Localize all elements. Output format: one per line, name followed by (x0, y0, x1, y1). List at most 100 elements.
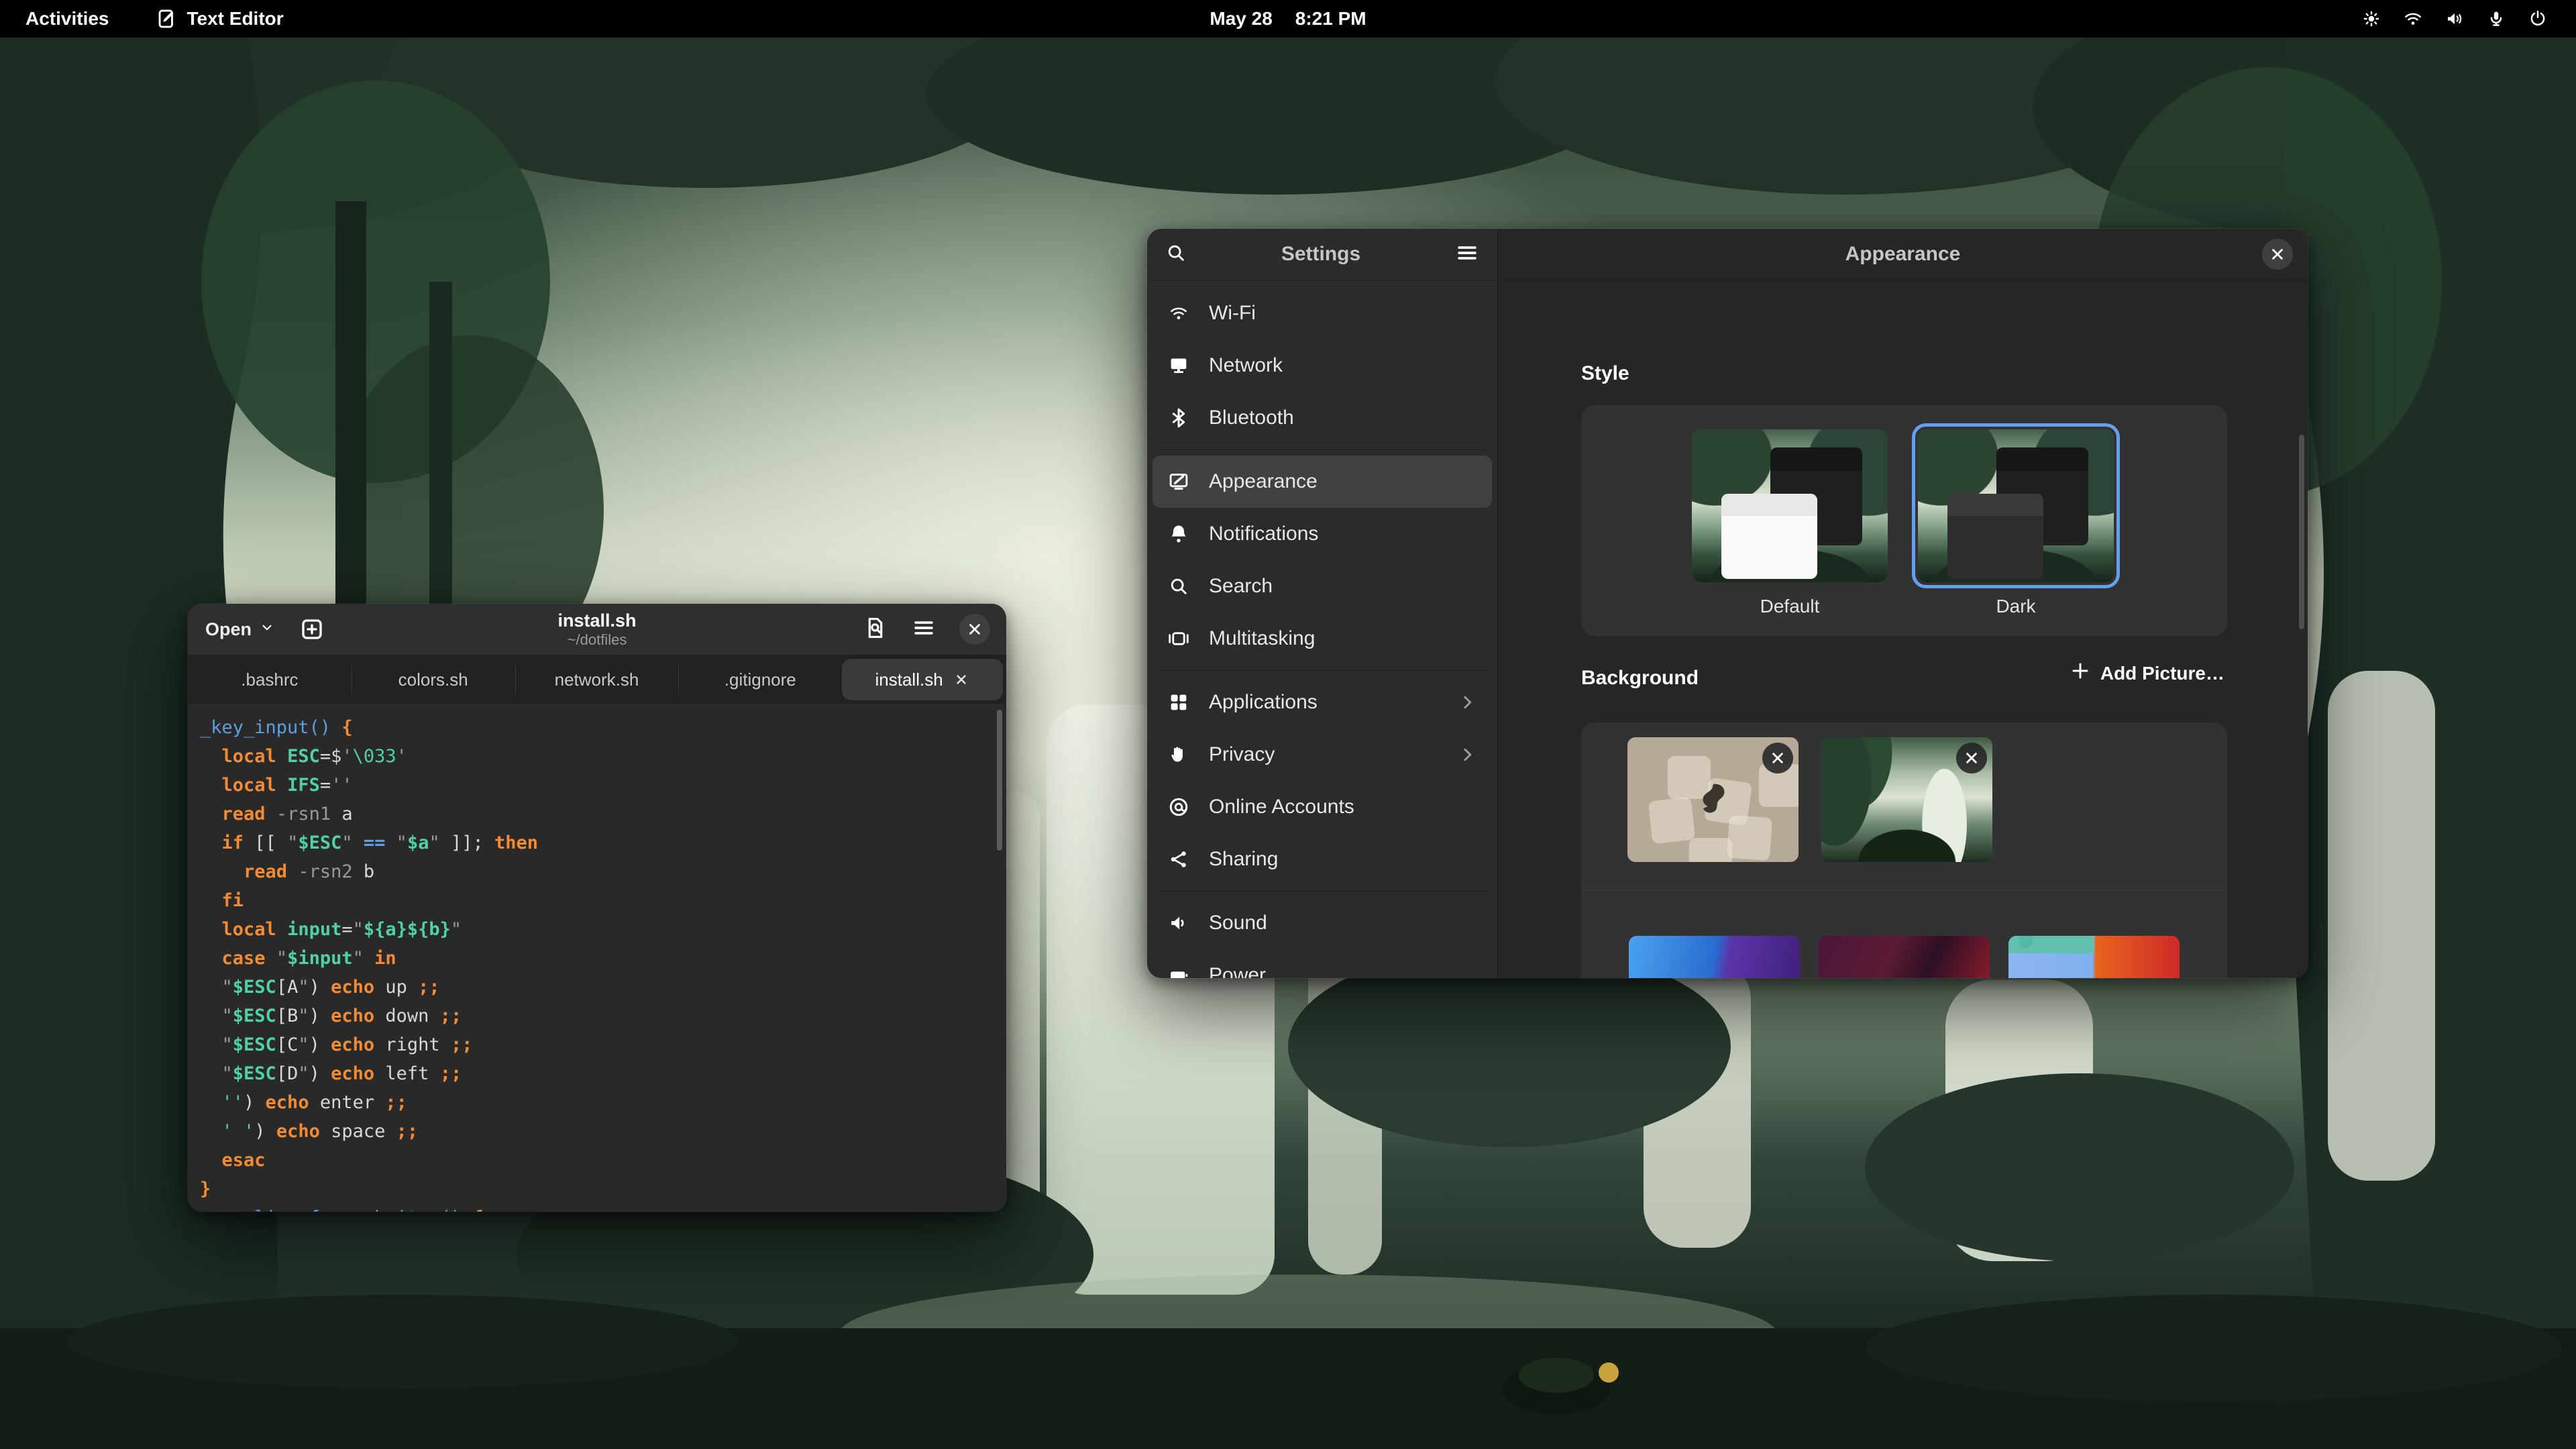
code-line: fi (200, 886, 1006, 915)
sidebar-item-label: Online Accounts (1209, 796, 1354, 818)
sidebar-item-label: Bluetooth (1209, 407, 1294, 429)
tab-colors.sh[interactable]: colors.sh (352, 655, 515, 704)
code-line: "$ESC[C") echo right ;; (200, 1030, 1006, 1059)
appearance-icon (1167, 470, 1190, 493)
hexagons-blue-purple-wallpaper[interactable] (1629, 936, 1800, 978)
bell-icon (1167, 523, 1190, 545)
sidebar-item-wi-fi[interactable]: Wi-Fi (1152, 287, 1492, 339)
window-close-button[interactable] (959, 614, 990, 645)
network-icon (1167, 354, 1190, 377)
sidebar-divider (1159, 670, 1485, 671)
tiles-wallpaper-thumbnail[interactable] (1627, 737, 1799, 862)
sidebar-item-label: Applications (1209, 691, 1318, 714)
sidebar-item-online-accounts[interactable]: Online Accounts (1152, 781, 1492, 833)
tab-label: install.sh (875, 669, 943, 690)
document-title: install.sh (557, 610, 636, 631)
panel-title: Appearance (1845, 243, 1961, 266)
remove-wallpaper-button[interactable] (1762, 743, 1793, 773)
window-close-button[interactable] (2262, 239, 2293, 270)
drips-blue-orange-wallpaper[interactable] (2008, 936, 2180, 978)
forest-wallpaper-thumbnail[interactable] (1821, 737, 1992, 862)
code-editor-area[interactable]: _key_input() { local ESC=$'\033' local I… (188, 704, 1006, 1212)
activities-button[interactable]: Activities (0, 0, 135, 38)
settings-sidebar: Settings Wi-Fi Network Bluetooth Appearance… (1147, 229, 1498, 978)
style-card: Default Dark (1581, 405, 2227, 636)
sidebar-item-appearance[interactable]: Appearance (1152, 455, 1492, 508)
clock-menu-button[interactable]: May 28 8:21 PM (1210, 8, 1366, 30)
sidebar-item-applications[interactable]: Applications (1152, 676, 1492, 729)
style-preview-dark (1918, 429, 2114, 582)
editor-scrollbar[interactable] (997, 710, 1002, 851)
style-heading: Style (1581, 362, 1629, 385)
tab-bar: .bashrc colors.sh network.sh.gitignore inst… (188, 655, 1006, 704)
search-icon (1167, 575, 1190, 598)
sidebar-item-label: Wi-Fi (1209, 302, 1256, 325)
sidebar-item-label: Sharing (1209, 848, 1278, 871)
style-option-label: Dark (1918, 596, 2114, 617)
style-option-label: Default (1692, 596, 1888, 617)
sidebar-item-bluetooth[interactable]: Bluetooth (1152, 392, 1492, 444)
applications-icon (1167, 691, 1190, 714)
code-line: "$ESC[D") echo left ;; (200, 1059, 1006, 1088)
tab-.gitignore[interactable]: .gitignore (678, 655, 842, 704)
tab-close-icon[interactable] (953, 671, 970, 688)
microphone-icon (2486, 9, 2506, 29)
multitasking-icon (1167, 627, 1190, 650)
time-label: 8:21 PM (1295, 8, 1366, 30)
style-option-default[interactable]: Default (1692, 429, 1888, 617)
code-line: read -rsn1 a (200, 800, 1006, 828)
sidebar-item-notifications[interactable]: Notifications (1152, 508, 1492, 560)
editor-headerbar[interactable]: Open install.sh ~/dotfiles (188, 604, 1006, 655)
open-document-button[interactable]: Open (205, 619, 276, 641)
text-editor-window: Open install.sh ~/dotfiles .bashrc colors… (188, 604, 1006, 1212)
background-heading: Background (1581, 667, 1699, 690)
main-menu-button[interactable] (911, 615, 936, 644)
sidebar-item-sharing[interactable]: Sharing (1152, 833, 1492, 885)
wifi-icon (2403, 9, 2423, 29)
tab-install.sh[interactable]: install.sh (842, 659, 1003, 700)
sidebar-item-label: Network (1209, 354, 1283, 377)
code-line: '') echo enter ;; (200, 1088, 1006, 1117)
open-button-label: Open (205, 619, 252, 640)
share-icon (1167, 848, 1190, 871)
code-line: case "$input" in (200, 944, 1006, 973)
plus-icon (2070, 660, 2091, 686)
preview-front-window (1947, 494, 2043, 580)
sidebar-item-sound[interactable]: Sound (1152, 897, 1492, 949)
sidebar-item-privacy[interactable]: Privacy (1152, 729, 1492, 781)
sidebar-item-network[interactable]: Network (1152, 339, 1492, 392)
new-tab-button[interactable] (299, 616, 325, 643)
sidebar-item-label: Notifications (1209, 523, 1318, 545)
brightness-icon (2361, 9, 2381, 29)
sidebar-divider (1159, 891, 1485, 892)
add-picture-label: Add Picture… (2100, 663, 2224, 684)
tab-label: colors.sh (398, 669, 468, 690)
sidebar-item-multitasking[interactable]: Multitasking (1152, 612, 1492, 665)
sidebar-headerbar: Settings (1147, 229, 1497, 280)
sidebar-item-search[interactable]: Search (1152, 560, 1492, 612)
remove-wallpaper-button[interactable] (1956, 743, 1987, 773)
tab-.bashrc[interactable]: .bashrc (188, 655, 352, 704)
settings-window: Settings Wi-Fi Network Bluetooth Appearance… (1147, 229, 2308, 978)
document-search-button[interactable] (863, 615, 888, 644)
sidebar-divider (1159, 449, 1485, 450)
sidebar-item-label: Privacy (1209, 743, 1275, 766)
panel-scrollbar[interactable] (2299, 435, 2304, 629)
app-menu-label: Text Editor (187, 8, 284, 30)
style-option-dark[interactable]: Dark (1918, 429, 2114, 617)
code-line: local IFS='' (200, 771, 1006, 800)
add-picture-button[interactable]: Add Picture… (2070, 660, 2224, 686)
tab-network.sh[interactable]: network.sh (515, 655, 679, 704)
search-button[interactable] (1165, 241, 1187, 268)
text-editor-icon (155, 7, 178, 30)
wifi-icon (1167, 303, 1190, 323)
sidebar-item-power[interactable]: Power (1152, 949, 1492, 978)
primary-menu-button[interactable] (1454, 240, 1480, 269)
editor-title-block: install.sh ~/dotfiles (557, 610, 636, 648)
style-preview-default (1692, 429, 1888, 582)
app-menu-button[interactable]: Text Editor (135, 0, 304, 38)
maroon-waves-wallpaper[interactable] (1819, 936, 1990, 978)
code-line: esac (200, 1146, 1006, 1175)
mascot-glyph (1689, 776, 1736, 826)
system-status-area[interactable] (2361, 9, 2576, 29)
